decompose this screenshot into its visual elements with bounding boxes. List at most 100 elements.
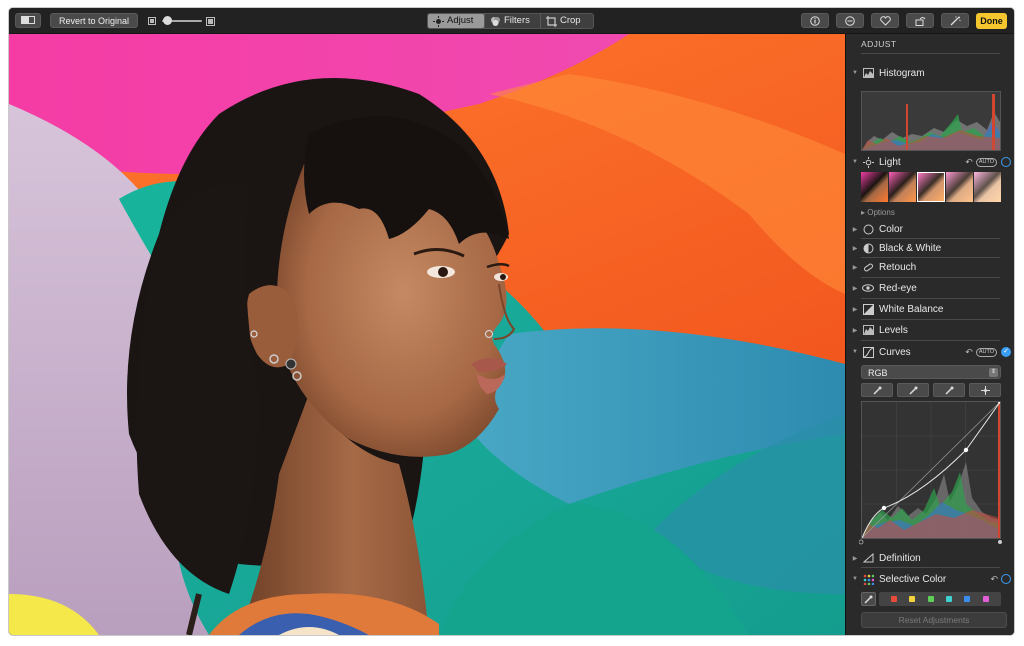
eyedropper-icon: [864, 595, 873, 604]
disclosure-down-icon: ▼: [852, 576, 858, 582]
section-white-balance[interactable]: ▶ White Balance: [851, 300, 1011, 318]
disclosure-down-icon: ▼: [852, 349, 858, 355]
divider: [861, 277, 1000, 278]
color-well-swatch[interactable]: [982, 596, 989, 602]
color-label: Color: [879, 223, 903, 235]
disclosure-right-icon: ▶: [852, 306, 858, 313]
light-label: Light: [879, 156, 901, 168]
gray-point-eyedropper-button[interactable]: [897, 383, 929, 397]
black-point-eyedropper-button[interactable]: [861, 383, 893, 397]
retouch-label: Retouch: [879, 261, 917, 273]
light-thumb[interactable]: [916, 172, 946, 202]
curves-auto-button[interactable]: AUTO: [975, 347, 997, 357]
disclosure-right-icon: ▶: [852, 264, 858, 271]
black-white-label: Black & White: [879, 242, 942, 254]
sidebar-title: ADJUST: [861, 39, 897, 49]
color-dots-icon: [862, 573, 874, 585]
magic-wand-icon: [950, 16, 961, 26]
histogram-graph: [861, 91, 1001, 151]
levels-icon: [862, 324, 874, 336]
disclosure-right-icon: ▶: [852, 245, 858, 252]
selective-color-picker: [861, 592, 1001, 606]
red-eye-label: Red-eye: [879, 282, 917, 294]
photos-edit-window: Revert to Original Adjust Filters Crop D…: [9, 8, 1014, 635]
light-thumb[interactable]: [974, 172, 1001, 202]
section-selective-color[interactable]: ▼ Selective Color ↶: [851, 570, 1011, 588]
disclosure-down-icon: ▼: [852, 159, 858, 165]
color-well-swatch[interactable]: [946, 596, 953, 602]
undo-icon[interactable]: ↶: [965, 347, 973, 358]
tab-crop[interactable]: Crop: [541, 14, 591, 28]
color-well-swatch[interactable]: [964, 596, 971, 602]
section-histogram[interactable]: ▼ Histogram: [851, 64, 1011, 82]
disclosure-right-icon: ▶: [852, 555, 858, 562]
options-label: Options: [867, 208, 895, 217]
section-definition[interactable]: ▶ Definition: [851, 549, 1011, 567]
tab-adjust[interactable]: Adjust: [428, 14, 484, 28]
levels-label: Levels: [879, 324, 908, 336]
triangle-icon: [862, 552, 874, 564]
selective-color-toggle[interactable]: [1001, 574, 1011, 584]
curves-channel-select[interactable]: RGB ⇕: [861, 365, 1001, 379]
color-well-swatch[interactable]: [909, 596, 916, 602]
adjust-sidebar: ADJUST ▼ Histogram ▼ Light ↶ AUTO ▸ Opti…: [845, 34, 1014, 635]
crop-icon: [546, 15, 557, 27]
undo-icon[interactable]: ↶: [990, 574, 998, 585]
reset-adjustments-button[interactable]: Reset Adjustments: [861, 612, 1007, 628]
light-auto-button[interactable]: AUTO: [975, 157, 997, 167]
light-thumbnail-strip[interactable]: [861, 172, 1001, 202]
portrait-photo: [9, 34, 845, 635]
section-black-white[interactable]: ▶ Black & White: [851, 239, 1011, 257]
enhance-button[interactable]: [941, 13, 969, 28]
histogram-label: Histogram: [879, 67, 925, 79]
curves-graph[interactable]: [861, 400, 1002, 539]
filters-icon: [491, 16, 500, 26]
divider: [861, 298, 1000, 299]
photo-canvas[interactable]: [9, 34, 845, 635]
tab-crop-label: Crop: [560, 15, 581, 26]
tab-filters[interactable]: Filters: [485, 14, 540, 28]
light-thumb[interactable]: [946, 172, 974, 202]
tab-filters-label: Filters: [504, 15, 530, 26]
section-light[interactable]: ▼ Light ↶ AUTO: [851, 153, 1011, 171]
section-color[interactable]: ▶ Color: [851, 220, 1011, 238]
rotate-button[interactable]: [906, 13, 934, 28]
histogram-icon: [862, 67, 874, 79]
zoom-slider-knob[interactable]: [163, 16, 172, 25]
section-levels[interactable]: ▶ Levels: [851, 321, 1011, 339]
light-toggle[interactable]: [1001, 157, 1011, 167]
bandage-icon: [862, 261, 874, 273]
info-button[interactable]: [801, 13, 829, 28]
section-red-eye[interactable]: ▶ Red-eye: [851, 279, 1011, 297]
color-well-swatch[interactable]: [891, 596, 898, 602]
color-well-swatch[interactable]: [927, 596, 934, 602]
section-retouch[interactable]: ▶ Retouch: [851, 258, 1011, 276]
section-curves[interactable]: ▼ Curves ↶ AUTO ✓: [851, 343, 1011, 361]
curves-tools: [861, 383, 1001, 397]
undo-icon[interactable]: ↶: [965, 157, 973, 168]
toolbar: Revert to Original Adjust Filters Crop D…: [9, 8, 1014, 34]
revert-to-original-button[interactable]: Revert to Original: [50, 13, 138, 28]
more-button[interactable]: [836, 13, 864, 28]
curves-enabled-toggle[interactable]: ✓: [1001, 347, 1011, 357]
curves-icon: [862, 346, 874, 358]
curves-endpoint-handles[interactable]: [859, 539, 1003, 547]
favorite-button[interactable]: [871, 13, 899, 28]
light-thumb[interactable]: [888, 172, 916, 202]
selective-color-eyedropper-button[interactable]: [861, 592, 876, 606]
white-point-eyedropper-button[interactable]: [933, 383, 965, 397]
disclosure-right-icon: ▶: [852, 285, 858, 292]
eyedropper-icon: [872, 386, 881, 395]
white-balance-label: White Balance: [879, 303, 944, 315]
compare-button[interactable]: [15, 13, 41, 28]
definition-label: Definition: [879, 552, 921, 564]
light-thumb[interactable]: [861, 172, 888, 202]
eye-icon: [862, 282, 874, 294]
rotate-icon: [915, 17, 925, 26]
curves-label: Curves: [879, 346, 911, 358]
done-button[interactable]: Done: [976, 13, 1007, 29]
info-icon: [810, 16, 820, 26]
light-options-toggle[interactable]: ▸ Options: [861, 208, 895, 217]
add-point-button[interactable]: [969, 383, 1001, 397]
color-circle-icon: [862, 223, 874, 235]
